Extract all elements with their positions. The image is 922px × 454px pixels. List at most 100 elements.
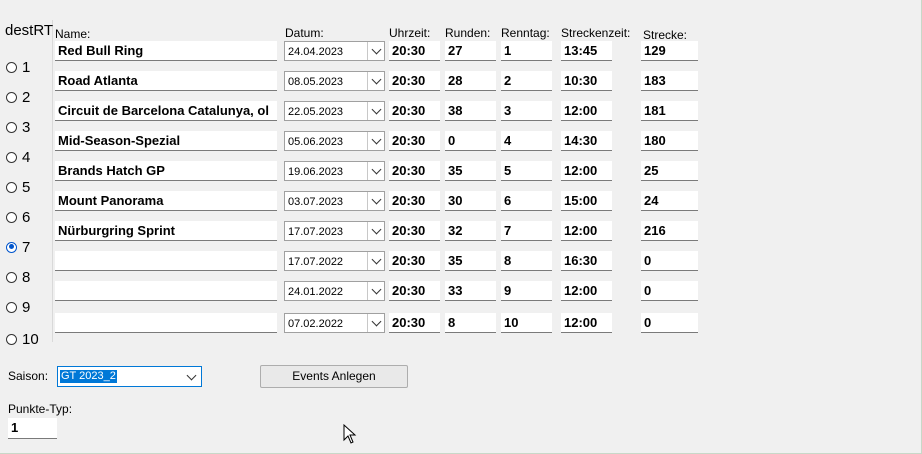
runden-input-4[interactable]: 0: [445, 131, 496, 151]
strecke-input-9[interactable]: 0: [641, 281, 698, 301]
uhrzeit-input-6[interactable]: 20:30: [389, 191, 440, 211]
name-input-5[interactable]: Brands Hatch GP: [55, 161, 277, 181]
name-input-2[interactable]: Road Atlanta: [55, 71, 277, 91]
renntag-input-2[interactable]: 2: [501, 71, 552, 91]
radio-option-9[interactable]: 9: [6, 296, 30, 318]
uhrzeit-input-2[interactable]: 20:30: [389, 71, 440, 91]
datum-select-10[interactable]: 07.02.2022: [284, 313, 385, 333]
name-input-7[interactable]: Nürburgring Sprint: [55, 221, 277, 241]
runden-input-1[interactable]: 27: [445, 41, 496, 61]
chevron-down-icon[interactable]: [367, 102, 384, 120]
datum-select-8[interactable]: 17.07.2022: [284, 251, 385, 271]
renntag-input-6[interactable]: 6: [501, 191, 552, 211]
radio-option-1[interactable]: 1: [6, 56, 30, 78]
name-input-8[interactable]: [55, 251, 277, 271]
radio-option-5[interactable]: 5: [6, 176, 30, 198]
radio-circle[interactable]: [6, 61, 17, 73]
radio-circle[interactable]: [6, 241, 17, 253]
runden-input-3[interactable]: 38: [445, 101, 496, 121]
name-input-6[interactable]: Mount Panorama: [55, 191, 277, 211]
datum-select-9[interactable]: 24.01.2022: [284, 281, 385, 301]
chevron-down-icon[interactable]: [367, 162, 384, 180]
runden-input-7[interactable]: 32: [445, 221, 496, 241]
strecke-input-5[interactable]: 25: [641, 161, 698, 181]
datum-select-1[interactable]: 24.04.2023: [284, 41, 385, 61]
streckenzeit-input-8[interactable]: 16:30: [561, 251, 612, 271]
renntag-input-9[interactable]: 9: [501, 281, 552, 301]
name-input-1[interactable]: Red Bull Ring: [55, 41, 277, 61]
streckenzeit-input-2[interactable]: 10:30: [561, 71, 612, 91]
runden-input-6[interactable]: 30: [445, 191, 496, 211]
name-input-9[interactable]: [55, 281, 277, 301]
uhrzeit-input-7[interactable]: 20:30: [389, 221, 440, 241]
radio-option-3[interactable]: 3: [6, 116, 30, 138]
chevron-down-icon[interactable]: [367, 222, 384, 240]
datum-select-7[interactable]: 17.07.2023: [284, 221, 385, 241]
chevron-down-icon[interactable]: [183, 368, 199, 385]
strecke-input-3[interactable]: 181: [641, 101, 698, 121]
chevron-down-icon[interactable]: [367, 72, 384, 90]
strecke-input-7[interactable]: 216: [641, 221, 698, 241]
radio-option-8[interactable]: 8: [6, 266, 30, 288]
strecke-input-10[interactable]: 0: [641, 313, 698, 333]
streckenzeit-input-6[interactable]: 15:00: [561, 191, 612, 211]
renntag-input-7[interactable]: 7: [501, 221, 552, 241]
streckenzeit-input-5[interactable]: 12:00: [561, 161, 612, 181]
runden-input-9[interactable]: 33: [445, 281, 496, 301]
uhrzeit-input-4[interactable]: 20:30: [389, 131, 440, 151]
strecke-input-1[interactable]: 129: [641, 41, 698, 61]
uhrzeit-input-5[interactable]: 20:30: [389, 161, 440, 181]
name-input-4[interactable]: Mid-Season-Spezial: [55, 131, 277, 151]
datum-select-3[interactable]: 22.05.2023: [284, 101, 385, 121]
renntag-input-4[interactable]: 4: [501, 131, 552, 151]
radio-circle[interactable]: [6, 211, 17, 223]
uhrzeit-input-8[interactable]: 20:30: [389, 251, 440, 271]
radio-option-10[interactable]: 10: [6, 328, 39, 350]
punkte-typ-input[interactable]: 1: [8, 418, 57, 439]
renntag-input-3[interactable]: 3: [501, 101, 552, 121]
radio-circle[interactable]: [6, 271, 17, 283]
radio-circle[interactable]: [6, 151, 17, 163]
saison-select[interactable]: GT 2023_2: [57, 366, 202, 387]
strecke-input-6[interactable]: 24: [641, 191, 698, 211]
chevron-down-icon[interactable]: [367, 132, 384, 150]
uhrzeit-input-1[interactable]: 20:30: [389, 41, 440, 61]
radio-circle[interactable]: [6, 181, 17, 193]
radio-circle[interactable]: [6, 333, 17, 345]
runden-input-10[interactable]: 8: [445, 313, 496, 333]
strecke-input-2[interactable]: 183: [641, 71, 698, 91]
streckenzeit-input-9[interactable]: 12:00: [561, 281, 612, 301]
streckenzeit-input-1[interactable]: 13:45: [561, 41, 612, 61]
name-input-3[interactable]: Circuit de Barcelona Catalunya, ol: [55, 101, 277, 121]
name-input-10[interactable]: [55, 313, 277, 333]
renntag-input-1[interactable]: 1: [501, 41, 552, 61]
strecke-input-4[interactable]: 180: [641, 131, 698, 151]
streckenzeit-input-3[interactable]: 12:00: [561, 101, 612, 121]
renntag-input-8[interactable]: 8: [501, 251, 552, 271]
renntag-input-5[interactable]: 5: [501, 161, 552, 181]
radio-option-6[interactable]: 6: [6, 206, 30, 228]
uhrzeit-input-3[interactable]: 20:30: [389, 101, 440, 121]
strecke-input-8[interactable]: 0: [641, 251, 698, 271]
uhrzeit-input-10[interactable]: 20:30: [389, 313, 440, 333]
radio-option-7[interactable]: 7: [6, 236, 30, 258]
runden-input-5[interactable]: 35: [445, 161, 496, 181]
datum-select-6[interactable]: 03.07.2023: [284, 191, 385, 211]
streckenzeit-input-4[interactable]: 14:30: [561, 131, 612, 151]
streckenzeit-input-7[interactable]: 12:00: [561, 221, 612, 241]
chevron-down-icon[interactable]: [367, 192, 384, 210]
chevron-down-icon[interactable]: [367, 282, 384, 300]
datum-select-4[interactable]: 05.06.2023: [284, 131, 385, 151]
runden-input-8[interactable]: 35: [445, 251, 496, 271]
radio-circle[interactable]: [6, 121, 17, 133]
radio-circle[interactable]: [6, 301, 17, 313]
renntag-input-10[interactable]: 10: [501, 313, 552, 333]
events-anlegen-button[interactable]: Events Anlegen: [260, 365, 408, 388]
chevron-down-icon[interactable]: [367, 314, 384, 332]
datum-select-5[interactable]: 19.06.2023: [284, 161, 385, 181]
radio-option-4[interactable]: 4: [6, 146, 30, 168]
runden-input-2[interactable]: 28: [445, 71, 496, 91]
radio-option-2[interactable]: 2: [6, 86, 30, 108]
chevron-down-icon[interactable]: [367, 252, 384, 270]
streckenzeit-input-10[interactable]: 12:00: [561, 313, 612, 333]
